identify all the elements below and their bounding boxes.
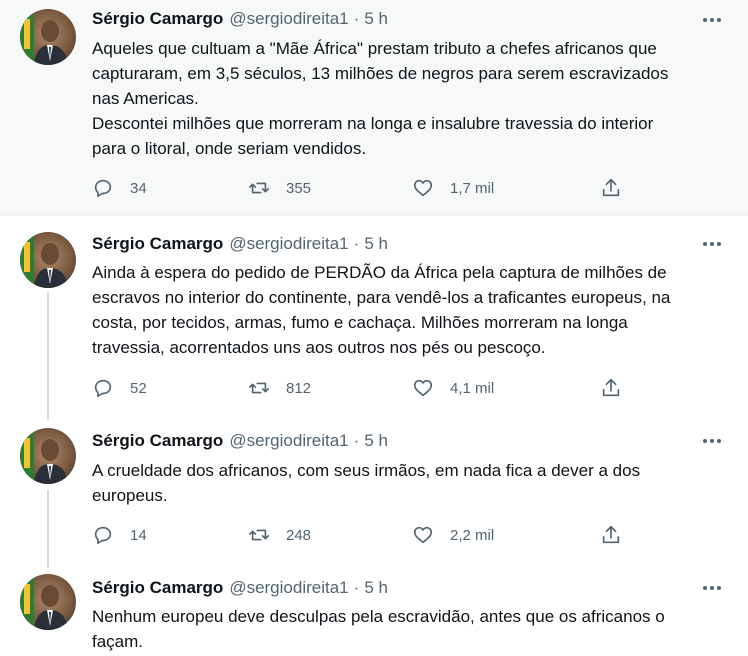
- avatar[interactable]: [20, 428, 76, 484]
- more-options-button[interactable]: [700, 234, 724, 254]
- separator-dot: ·: [353, 9, 360, 28]
- tweet[interactable]: Sérgio Camargo @sergiodireita1 · 5 h A c…: [0, 416, 748, 562]
- retweet-icon: [249, 382, 269, 394]
- more-options-button[interactable]: [700, 431, 724, 451]
- like-count: 2,2 mil: [450, 526, 495, 544]
- timeline: Sérgio Camargo @sergiodireita1 · 5 h Aqu…: [0, 0, 748, 656]
- heart-icon: [413, 526, 433, 544]
- more-dots-icon: [710, 242, 714, 246]
- author-name[interactable]: Sérgio Camargo: [92, 234, 223, 254]
- author-handle[interactable]: @sergiodireita1: [229, 431, 348, 451]
- avatar[interactable]: [20, 574, 76, 630]
- reply-icon: [94, 526, 112, 545]
- like-count: 1,7 mil: [450, 179, 495, 197]
- retweet-button[interactable]: 355: [248, 176, 311, 200]
- separator-dot: ·: [353, 431, 360, 450]
- tweet-text: Ainda à espera do pedido de PERDÃO da Áf…: [92, 263, 671, 357]
- more-dots-icon: [703, 242, 707, 246]
- share-icon: [602, 378, 620, 397]
- heart-icon: [413, 379, 433, 397]
- reply-count: 14: [130, 526, 147, 544]
- more-options-button[interactable]: [700, 10, 724, 30]
- like-button[interactable]: 4,1 mil: [412, 376, 494, 400]
- more-dots-icon: [717, 18, 721, 22]
- tweet-text: Aqueles que cultuam a "Mãe África" prest…: [92, 39, 669, 158]
- avatar[interactable]: [20, 232, 76, 288]
- tweet-time[interactable]: 5 h: [364, 9, 388, 29]
- share-button[interactable]: [600, 376, 622, 400]
- reply-count: 52: [130, 379, 147, 397]
- tweet-time[interactable]: 5 h: [364, 578, 388, 598]
- more-dots-icon: [717, 242, 721, 246]
- retweet-button[interactable]: 812: [248, 376, 311, 400]
- author-name[interactable]: Sérgio Camargo: [92, 578, 223, 598]
- tweet-header: Sérgio Camargo @sergiodireita1 · 5 h: [92, 431, 388, 453]
- share-button[interactable]: [600, 523, 622, 547]
- more-dots-icon: [710, 18, 714, 22]
- retweet-count: 248: [286, 526, 312, 544]
- retweet-icon: [249, 529, 269, 541]
- tweet-actions: 34 355 1,7 mil: [92, 176, 732, 200]
- tweet-actions: 14 248 2,2 mil: [92, 523, 732, 547]
- tweet-header: Sérgio Camargo @sergiodireita1 · 5 h: [92, 9, 388, 31]
- tweet-header: Sérgio Camargo @sergiodireita1 · 5 h: [92, 578, 388, 600]
- retweet-button[interactable]: 248: [248, 523, 311, 547]
- share-button[interactable]: [600, 176, 622, 200]
- reply-button[interactable]: 52: [92, 376, 147, 400]
- tweet-time[interactable]: 5 h: [364, 234, 388, 254]
- more-options-button[interactable]: [700, 578, 724, 598]
- more-dots-icon: [710, 586, 714, 590]
- tweet-text: A crueldade dos africanos, com seus irmã…: [92, 461, 641, 505]
- tweet[interactable]: Sérgio Camargo @sergiodireita1 · 5 h Ain…: [0, 216, 748, 416]
- tweet-header: Sérgio Camargo @sergiodireita1 · 5 h: [92, 234, 388, 256]
- more-dots-icon: [710, 439, 714, 443]
- share-icon: [602, 525, 620, 544]
- more-dots-icon: [703, 439, 707, 443]
- reply-icon: [94, 179, 112, 198]
- like-count: 4,1 mil: [450, 379, 495, 397]
- tweet-time[interactable]: 5 h: [364, 431, 388, 451]
- share-icon: [602, 178, 620, 197]
- heart-icon: [413, 179, 433, 197]
- more-dots-icon: [717, 586, 721, 590]
- more-dots-icon: [703, 586, 707, 590]
- author-handle[interactable]: @sergiodireita1: [229, 234, 348, 254]
- author-name[interactable]: Sérgio Camargo: [92, 9, 223, 29]
- retweet-icon: [249, 182, 269, 194]
- more-dots-icon: [717, 439, 721, 443]
- reply-button[interactable]: 14: [92, 523, 147, 547]
- tweet-text: Nenhum europeu deve desculpas pela escra…: [92, 607, 665, 651]
- avatar[interactable]: [20, 9, 76, 65]
- retweet-count: 812: [286, 379, 312, 397]
- separator-dot: ·: [353, 234, 360, 253]
- retweet-count: 355: [286, 179, 312, 197]
- separator-dot: ·: [353, 578, 360, 597]
- author-name[interactable]: Sérgio Camargo: [92, 431, 223, 451]
- reply-button[interactable]: 34: [92, 176, 147, 200]
- author-handle[interactable]: @sergiodireita1: [229, 9, 348, 29]
- tweet[interactable]: Sérgio Camargo @sergiodireita1 · 5 h Aqu…: [0, 0, 748, 215]
- like-button[interactable]: 1,7 mil: [412, 176, 494, 200]
- tweet-actions: 52 812 4,1 mil: [92, 376, 732, 400]
- author-handle[interactable]: @sergiodireita1: [229, 578, 348, 598]
- more-dots-icon: [703, 18, 707, 22]
- reply-count: 34: [130, 179, 147, 197]
- reply-icon: [94, 379, 112, 398]
- tweet[interactable]: Sérgio Camargo @sergiodireita1 · 5 h Nen…: [0, 562, 748, 656]
- like-button[interactable]: 2,2 mil: [412, 523, 494, 547]
